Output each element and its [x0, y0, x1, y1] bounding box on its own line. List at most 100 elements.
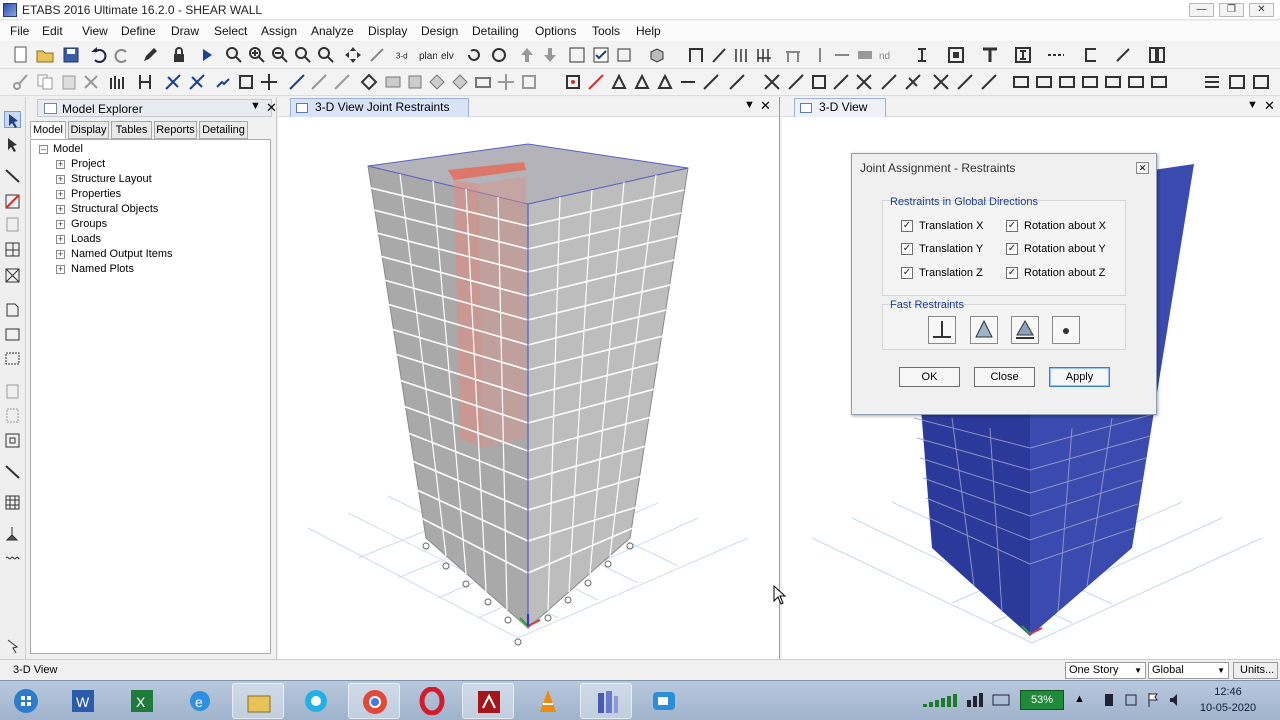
move-up-icon[interactable] — [518, 46, 536, 64]
show-forces-icon[interactable] — [932, 73, 950, 91]
menu-file[interactable]: File — [10, 24, 29, 38]
plan-view-icon[interactable]: plan — [419, 46, 437, 64]
tree-node-model[interactable]: Model — [53, 143, 83, 155]
move-icon[interactable] — [237, 73, 255, 91]
open-model-icon[interactable] — [36, 46, 54, 64]
checkmark-icon[interactable]: ✓ — [901, 243, 913, 255]
tree-node-project[interactable]: Project — [71, 158, 105, 170]
draw-brace-line-icon[interactable] — [310, 73, 328, 91]
quick-draw-brace-icon[interactable] — [4, 267, 21, 284]
paint-icon[interactable] — [1114, 46, 1132, 64]
show-hidden-icons-icon[interactable]: ▲ — [1074, 693, 1085, 705]
building-3d-model[interactable] — [278, 118, 780, 658]
assign-shell-icon[interactable] — [610, 73, 628, 91]
select-all-icon[interactable] — [763, 73, 781, 91]
move-down-icon[interactable] — [541, 46, 559, 64]
free-joint-icon[interactable] — [1052, 316, 1080, 344]
draw-reference-point-icon[interactable] — [520, 73, 538, 91]
menu-analyze[interactable]: Analyze — [311, 24, 354, 38]
close-view-icon[interactable]: ✕ — [760, 98, 771, 114]
draw-tendon-icon[interactable] — [333, 73, 351, 91]
draw-opening-icon[interactable] — [451, 73, 469, 91]
expand-icon[interactable]: + — [56, 250, 65, 259]
quick-draw-column-icon[interactable] — [4, 216, 21, 233]
delete-icon[interactable] — [82, 73, 100, 91]
menu-detailing[interactable]: Detailing — [472, 24, 519, 38]
action-center-flag-icon[interactable] — [1146, 691, 1160, 712]
ok-button[interactable]: OK — [899, 367, 960, 387]
checkmark-icon[interactable]: ✓ — [1006, 243, 1018, 255]
draw-rect-area-icon[interactable] — [384, 73, 402, 91]
undo-icon[interactable] — [90, 46, 108, 64]
elevation-view-icon[interactable]: elv — [441, 46, 459, 64]
close-button[interactable]: Close — [974, 367, 1035, 387]
taskbar-clock[interactable]: 12:46 10-05-2020 — [1196, 684, 1260, 716]
show-deformed-icon[interactable] — [904, 73, 922, 91]
usb-icon[interactable] — [1102, 691, 1116, 712]
show-stresses-icon[interactable] — [956, 73, 974, 91]
draw-support-icon[interactable] — [4, 525, 21, 542]
draw-grid-icon[interactable] — [755, 46, 773, 64]
3d-view-icon[interactable]: 3-d — [395, 46, 417, 64]
clear-selection-icon[interactable] — [810, 73, 828, 91]
design-concrete-icon[interactable] — [1035, 73, 1053, 91]
draw-brace-icon[interactable] — [710, 46, 728, 64]
recorder-icon[interactable] — [290, 683, 342, 719]
story-selector[interactable]: One Story ▼ — [1065, 662, 1146, 679]
signal-strength-icon[interactable] — [922, 692, 960, 711]
design-slab-icon[interactable] — [1104, 73, 1122, 91]
detailing-icon[interactable] — [1203, 73, 1221, 91]
show-energy-icon[interactable] — [980, 73, 998, 91]
replicate-icon[interactable] — [108, 73, 126, 91]
design-joist-icon[interactable] — [1127, 73, 1145, 91]
ie-icon[interactable]: e — [174, 683, 226, 719]
rubber-band-icon[interactable] — [368, 46, 386, 64]
expand-icon[interactable]: + — [56, 235, 65, 244]
close-panel-icon[interactable]: ✕ — [266, 100, 277, 116]
close-window-button[interactable]: ✕ — [1249, 3, 1274, 17]
assign-load-icon[interactable] — [633, 73, 651, 91]
tree-node-properties[interactable]: Properties — [71, 188, 121, 200]
select-intersecting-icon[interactable] — [832, 73, 850, 91]
draw-secondary-beam-icon[interactable] — [833, 46, 851, 64]
design-details-icon[interactable] — [1150, 73, 1168, 91]
expand-icon[interactable]: + — [56, 205, 65, 214]
menu-edit[interactable]: Edit — [42, 24, 63, 38]
opera-icon[interactable] — [406, 683, 458, 719]
assign-joint-icon[interactable] — [564, 73, 582, 91]
chrome-icon[interactable] — [348, 683, 400, 719]
zoom-window-icon[interactable] — [225, 46, 243, 64]
draw-dimension-icon[interactable] — [497, 73, 515, 91]
start-icon[interactable] — [0, 683, 50, 719]
tab-reports[interactable]: Reports — [154, 121, 197, 139]
coordinate-system-selector[interactable]: Global ▼ — [1148, 662, 1229, 679]
camera-icon[interactable] — [638, 683, 690, 719]
draw-spring-icon[interactable] — [4, 549, 21, 566]
draw-area-icon[interactable] — [360, 73, 378, 91]
menu-display[interactable]: Display — [368, 24, 407, 38]
channel-section-icon[interactable] — [1082, 46, 1100, 64]
menu-design[interactable]: Design — [421, 24, 458, 38]
tab-detailing[interactable]: Detailing — [199, 121, 248, 139]
battery-indicator[interactable]: 53% — [1020, 690, 1064, 710]
checkmark-icon[interactable]: ✓ — [1006, 220, 1018, 232]
quick-draw-floor-icon[interactable] — [4, 350, 21, 367]
acrobat-icon[interactable] — [462, 683, 514, 719]
power-icon[interactable] — [1124, 691, 1138, 712]
tab-model[interactable]: Model — [30, 121, 66, 139]
tree-node-named-output-items[interactable]: Named Output Items — [71, 248, 173, 260]
join-icon[interactable] — [214, 73, 232, 91]
draw-wall-opening-icon[interactable] — [4, 432, 21, 449]
draw-frame-icon[interactable] — [687, 46, 705, 64]
drawing-sheet-icon[interactable] — [1228, 73, 1246, 91]
draw-slab-icon[interactable] — [856, 46, 874, 64]
redo-icon[interactable] — [113, 46, 131, 64]
network-icon[interactable] — [964, 691, 986, 712]
excel-icon[interactable]: X — [116, 683, 168, 719]
expand-icon[interactable]: + — [56, 190, 65, 199]
draw-beam-icon[interactable] — [784, 46, 802, 64]
show-loads-icon[interactable] — [880, 73, 898, 91]
draw-line-icon[interactable] — [288, 73, 306, 91]
design-steel-icon[interactable] — [1012, 73, 1030, 91]
draw-floor-icon[interactable] — [474, 73, 492, 91]
